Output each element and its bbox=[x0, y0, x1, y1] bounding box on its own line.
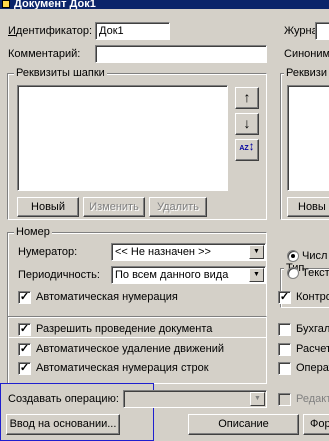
numeric-radio[interactable] bbox=[287, 250, 299, 262]
auto-row-numbering-label: Автоматическая нумерация строк bbox=[36, 362, 209, 374]
allow-posting-label: Разрешить проведение документа bbox=[36, 323, 213, 335]
accounting-checkbox[interactable] bbox=[278, 323, 291, 336]
numerator-select[interactable]: << Не назначен >> ▼ bbox=[111, 243, 266, 261]
numeric-label: Числ bbox=[302, 250, 328, 262]
create-operation-label: Создавать операцию: bbox=[8, 393, 119, 405]
periodicity-label: Периодичность: bbox=[18, 269, 100, 281]
periodicity-select[interactable]: По всем данного вида ▼ bbox=[111, 266, 266, 284]
requisites-header-title: Реквизиты шапки bbox=[14, 67, 107, 79]
new-requisite-button[interactable]: Новый bbox=[17, 197, 79, 217]
chevron-down-icon[interactable]: ▼ bbox=[250, 392, 265, 406]
auto-delete-label: Автоматическое удаление движений bbox=[36, 343, 225, 355]
description-button[interactable]: Описание bbox=[188, 414, 299, 435]
requisites-table-list[interactable] bbox=[287, 85, 329, 191]
accounting-label: Бухгал bbox=[296, 323, 329, 335]
editor-label: Редакт bbox=[296, 393, 329, 405]
periodicity-value: По всем данного вида bbox=[115, 269, 229, 281]
auto-numbering-label: Автоматическая нумерация bbox=[36, 291, 178, 303]
sort-button[interactable]: AZ↕ bbox=[235, 139, 259, 161]
identifier-label: Идентификатор: bbox=[8, 25, 93, 37]
operational-label: Операт bbox=[296, 362, 329, 374]
auto-numbering-checkbox[interactable]: ✓ bbox=[18, 291, 31, 304]
auto-row-numbering-checkbox[interactable]: ✓ bbox=[18, 362, 31, 375]
control-label: Контро bbox=[296, 291, 329, 303]
calculation-checkbox[interactable] bbox=[278, 343, 291, 356]
control-checkbox[interactable]: ✓ bbox=[278, 291, 291, 304]
move-up-button[interactable]: ↑ bbox=[235, 87, 259, 109]
comment-input[interactable] bbox=[95, 45, 267, 63]
window-title-bar: Документ Док1 bbox=[0, 0, 329, 9]
arrow-up-icon: ↑ bbox=[243, 89, 251, 105]
calculation-label: Расчет bbox=[296, 343, 329, 355]
new-table-requisite-button[interactable]: Новы bbox=[287, 197, 329, 217]
text-label: Текст bbox=[302, 267, 329, 279]
numerator-label: Нумератор: bbox=[18, 246, 78, 258]
sort-az-icon: AZ bbox=[239, 145, 249, 152]
editor-checkbox[interactable] bbox=[278, 393, 291, 406]
text-radio[interactable] bbox=[287, 267, 299, 279]
requisites-table-title: Реквизи bbox=[284, 67, 329, 79]
operational-checkbox[interactable] bbox=[278, 362, 291, 375]
create-operation-select[interactable]: ▼ bbox=[123, 390, 267, 408]
arrow-down-icon: ↓ bbox=[243, 115, 251, 131]
edit-requisite-button[interactable]: Изменить bbox=[83, 197, 145, 217]
comment-label: Комментарий: bbox=[8, 48, 81, 60]
numerator-value: << Не назначен >> bbox=[115, 246, 211, 258]
document-icon bbox=[2, 0, 10, 8]
delete-requisite-button[interactable]: Удалить bbox=[149, 197, 207, 217]
window-title: Документ Док1 bbox=[14, 0, 96, 9]
synonym-label: Синоним bbox=[284, 48, 329, 60]
identifier-input[interactable]: Док1 bbox=[95, 22, 170, 40]
form-button[interactable]: Форма bbox=[303, 414, 329, 435]
requisites-header-list[interactable] bbox=[17, 85, 228, 191]
auto-delete-checkbox[interactable]: ✓ bbox=[18, 343, 31, 356]
chevron-down-icon[interactable]: ▼ bbox=[249, 245, 264, 259]
number-group-title: Номер bbox=[14, 226, 52, 238]
move-down-button[interactable]: ↓ bbox=[235, 113, 259, 135]
input-based-button[interactable]: Ввод на основании... bbox=[6, 414, 120, 435]
journal-select[interactable] bbox=[315, 22, 329, 40]
identifier-label-text: дентификатор: bbox=[15, 25, 93, 37]
allow-posting-checkbox[interactable]: ✓ bbox=[18, 323, 31, 336]
chevron-down-icon[interactable]: ▼ bbox=[249, 268, 264, 282]
